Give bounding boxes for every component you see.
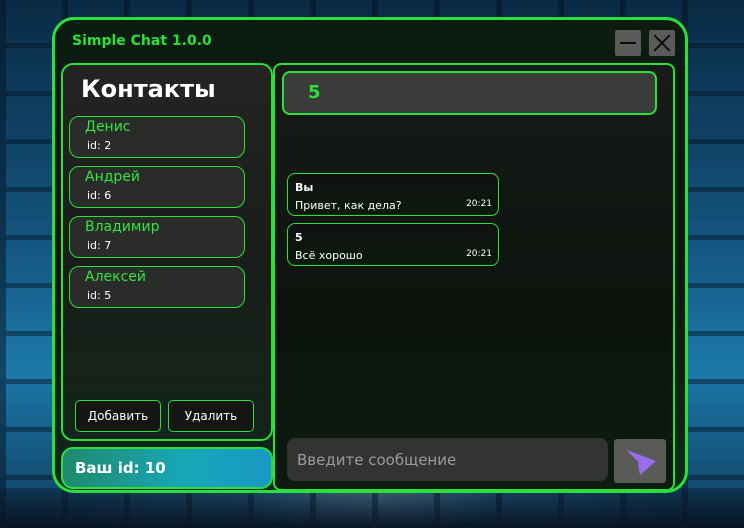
- minimize-button[interactable]: [615, 30, 641, 56]
- message-bubble: Вы Привет, как дела? 20:21: [287, 173, 499, 216]
- contact-name: Андрей: [85, 169, 141, 185]
- contact-item[interactable]: Владимир id: 7: [69, 216, 245, 258]
- my-id-panel: Ваш id: 10: [61, 447, 273, 489]
- message-input[interactable]: [287, 438, 608, 481]
- background-floor: [0, 488, 744, 528]
- contact-name: Владимир: [85, 219, 160, 235]
- contact-item[interactable]: Денис id: 2: [69, 116, 245, 158]
- send-button[interactable]: [614, 439, 666, 483]
- chat-partner-name: 5: [308, 82, 321, 103]
- chat-panel: 5 Вы Привет, как дела? 20:21 5 Всё хорош…: [273, 63, 675, 490]
- window-title: Simple Chat 1.0.0: [72, 33, 212, 49]
- contact-id: id: 6: [87, 189, 112, 202]
- contact-id: id: 5: [87, 289, 112, 302]
- chat-window: Simple Chat 1.0.0 Контакты Денис id: 2 А…: [52, 17, 688, 493]
- close-icon: [653, 34, 671, 52]
- contact-id: id: 2: [87, 139, 112, 152]
- message-text: Всё хорошо: [295, 249, 363, 262]
- contact-id: id: 7: [87, 239, 112, 252]
- message-sender: Вы: [295, 181, 314, 194]
- message-sender: 5: [295, 231, 303, 244]
- send-icon: [623, 448, 656, 475]
- my-id-label: Ваш id: 10: [75, 459, 166, 477]
- minimize-icon: [620, 42, 636, 44]
- message-time: 20:21: [466, 199, 492, 209]
- contacts-panel: Контакты Денис id: 2 Андрей id: 6 Владим…: [61, 63, 273, 441]
- add-contact-button[interactable]: Добавить: [75, 400, 161, 432]
- contact-item[interactable]: Алексей id: 5: [69, 266, 245, 308]
- contact-name: Денис: [85, 119, 131, 135]
- message-text: Привет, как дела?: [295, 199, 402, 212]
- close-button[interactable]: [649, 30, 675, 56]
- contacts-title: Контакты: [81, 75, 216, 103]
- message-bubble: 5 Всё хорошо 20:21: [287, 223, 499, 266]
- contact-name: Алексей: [85, 269, 147, 285]
- delete-contact-button[interactable]: Удалить: [168, 400, 254, 432]
- chat-header: 5: [282, 71, 657, 115]
- contact-item[interactable]: Андрей id: 6: [69, 166, 245, 208]
- message-time: 20:21: [466, 249, 492, 259]
